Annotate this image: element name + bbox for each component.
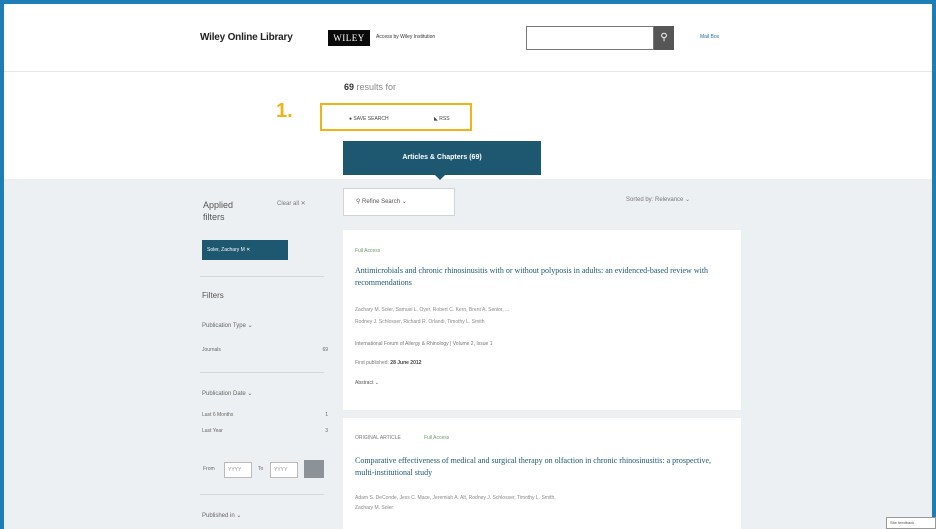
site-name[interactable]: Wiley Online Library xyxy=(200,32,293,43)
author-list[interactable]: Zachary M. Soler, Samuel L. Oyer, Robert… xyxy=(355,306,725,314)
applied-filter-chip[interactable]: Soler, Zachary M ✕ xyxy=(202,240,288,260)
author-list[interactable]: Zachary M. Soler xyxy=(355,504,725,512)
tab-indicator xyxy=(435,175,445,180)
rss-icon: ◣ xyxy=(434,116,438,122)
step-number: 1. xyxy=(276,100,293,122)
published-in-toggle[interactable]: Published in ⌄ xyxy=(202,512,241,519)
apply-date-button[interactable] xyxy=(304,460,324,478)
access-badge: Full Access xyxy=(424,435,450,441)
bell-icon: ● xyxy=(349,116,353,122)
wiley-logo[interactable]: WILEY xyxy=(328,30,370,46)
author-list[interactable]: Adam S. DeConde, Jess C. Mace, Jeremiah … xyxy=(355,494,725,502)
result-title-link[interactable]: Comparative effectiveness of medical and… xyxy=(355,455,727,479)
filter-row-last-6-months[interactable]: 1 Last 6 Months xyxy=(202,412,328,418)
sort-dropdown[interactable]: Sorted by: Relevance ⌄ xyxy=(626,196,690,203)
filter-row-journals[interactable]: 69 Journals xyxy=(202,347,328,353)
site-feedback-button[interactable]: Site feedback xyxy=(886,517,936,529)
header-link[interactable]: Mail Box xyxy=(700,34,719,40)
result-count: 69 results for xyxy=(344,82,397,92)
access-badge: Full Access xyxy=(355,248,381,254)
search-input[interactable] xyxy=(526,26,654,50)
to-year-input[interactable]: YYYY xyxy=(270,462,298,478)
search-button[interactable]: ⚲ xyxy=(654,26,674,50)
abstract-toggle[interactable]: Abstract ⌄ xyxy=(355,380,379,386)
divider xyxy=(200,276,324,277)
from-label: From xyxy=(203,466,215,472)
publication-date-toggle[interactable]: Publication Date ⌄ xyxy=(202,390,252,397)
publish-date: First published: 28 June 2012 xyxy=(355,360,422,366)
save-search-button[interactable]: ● SAVE SEARCH xyxy=(349,116,389,122)
filters-title: Filters xyxy=(202,291,224,300)
tab-articles-chapters[interactable]: Articles & Chapters (69) xyxy=(343,141,541,175)
rss-button[interactable]: ◣ RSS xyxy=(434,116,450,122)
divider xyxy=(200,494,324,495)
publication-type-toggle[interactable]: Publication Type ⌄ xyxy=(202,322,253,329)
institution-access: Access by Wiley Institution xyxy=(376,34,436,40)
article-type-label: ORIGINAL ARTICLE xyxy=(355,435,401,441)
journal-link[interactable]: International Forum of Allergy & Rhinolo… xyxy=(355,341,492,347)
author-list[interactable]: Rodney J. Schlosser, Richard R. Orlandi,… xyxy=(355,318,725,326)
result-title-link[interactable]: Antimicrobials and chronic rhinosinusiti… xyxy=(355,265,727,289)
refine-search-dropdown[interactable]: ⚲ Refine Search ⌄ xyxy=(343,188,455,216)
clear-all-button[interactable]: Clear all ✕ xyxy=(277,200,306,207)
site-header xyxy=(4,4,932,72)
divider xyxy=(200,372,324,373)
applied-filters-title: Applied filters xyxy=(203,200,234,222)
to-label: To xyxy=(258,466,264,472)
from-year-input[interactable]: YYYY xyxy=(224,462,252,478)
filter-row-last-year[interactable]: 3 Last Year xyxy=(202,428,328,434)
search-icon: ⚲ xyxy=(660,32,668,43)
